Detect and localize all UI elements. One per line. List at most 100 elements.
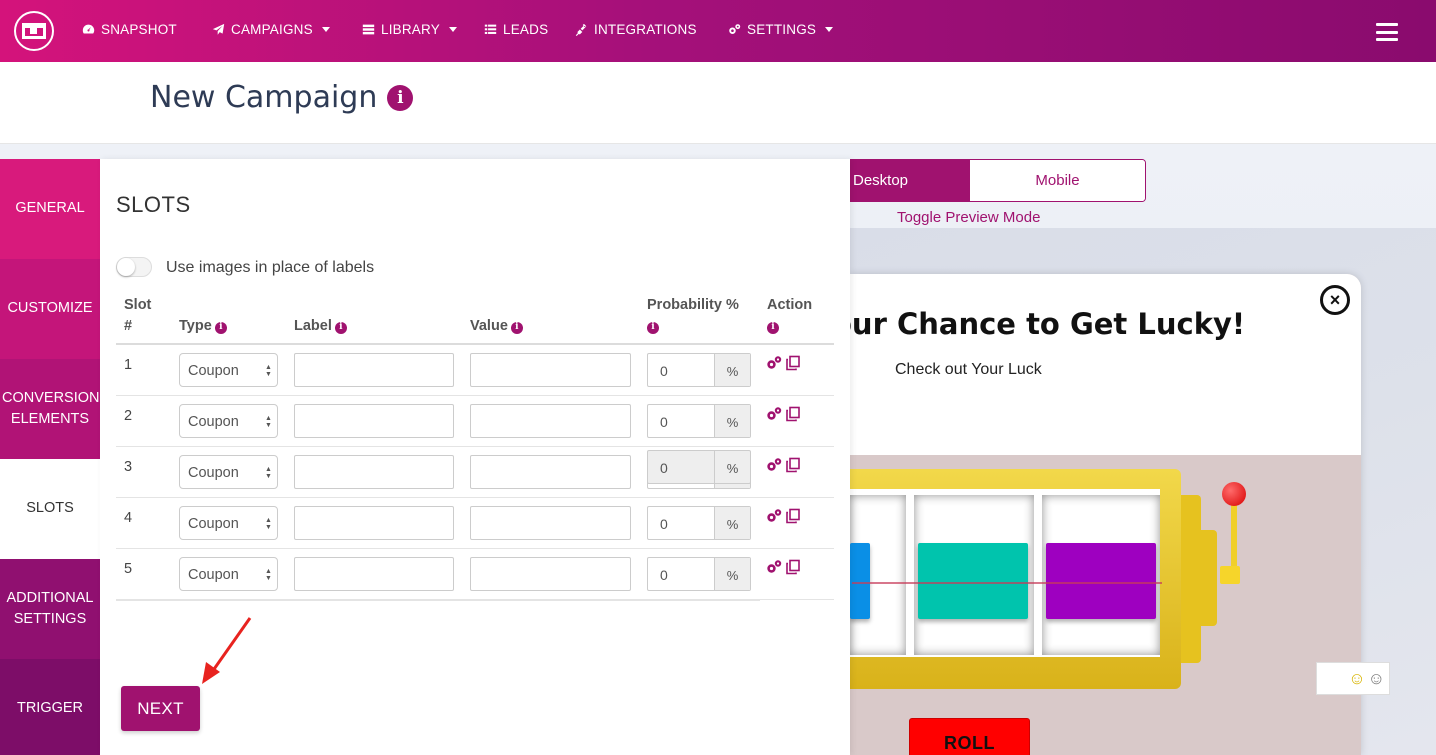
- popup-header: our Chance to Get Lucky! Check out Your …: [850, 274, 1361, 455]
- wizard-sidebar: GENERAL CUSTOMIZE CONVERSION ELEMENTS SL…: [0, 159, 100, 755]
- preview-mobile-button[interactable]: Mobile: [970, 160, 1145, 201]
- emoji-smile-icon[interactable]: ☺: [1368, 669, 1385, 689]
- slot-number: 3: [124, 459, 133, 475]
- sidebar-item-label: CONVERSION ELEMENTS: [2, 389, 100, 427]
- probability-input[interactable]: 0%: [647, 404, 751, 438]
- copy-icon[interactable]: [785, 457, 801, 473]
- type-select-value: Coupon: [188, 465, 239, 481]
- gears-icon[interactable]: [766, 406, 782, 422]
- select-arrows-icon: ▲ ▼: [265, 517, 272, 531]
- nav-snapshot-label: SNAPSHOT: [101, 22, 177, 37]
- nav-library-label: LIBRARY: [381, 22, 440, 37]
- value-input[interactable]: [470, 506, 631, 540]
- select-arrows-icon: ▲ ▼: [265, 415, 272, 429]
- nav-settings-label: SETTINGS: [747, 22, 817, 37]
- label-input[interactable]: [294, 404, 454, 438]
- reel-tile-blue: [850, 543, 870, 619]
- copy-icon[interactable]: [785, 559, 801, 575]
- column-header-slot: Slot #: [124, 295, 160, 337]
- probability-input[interactable]: 0%: [647, 353, 751, 387]
- use-images-label: Use images in place of labels: [166, 259, 375, 276]
- preview-mobile-label: Mobile: [1035, 172, 1080, 189]
- info-icon[interactable]: i: [334, 321, 347, 334]
- reel-tile-teal: [918, 543, 1028, 619]
- row-actions: [766, 559, 801, 575]
- info-icon[interactable]: i: [767, 321, 779, 334]
- sidebar-item-general[interactable]: GENERAL: [0, 159, 100, 259]
- sidebar-item-additional-settings[interactable]: ADDITIONAL SETTINGS: [0, 559, 100, 659]
- gears-icon[interactable]: [766, 559, 782, 575]
- nav-leads[interactable]: LEADS: [484, 22, 548, 37]
- column-header-type-text: Type: [179, 318, 212, 334]
- column-header-type: Type i: [179, 316, 227, 337]
- probability-input[interactable]: 0%: [647, 506, 751, 540]
- nav-snapshot[interactable]: SNAPSHOT: [82, 22, 177, 37]
- value-input[interactable]: [470, 404, 631, 438]
- probability-input[interactable]: 0%: [647, 557, 751, 591]
- copy-icon[interactable]: [785, 508, 801, 524]
- roll-button[interactable]: ROLL: [909, 718, 1030, 755]
- probability-total: 0 %: [647, 450, 751, 484]
- nav-settings[interactable]: SETTINGS: [728, 22, 834, 37]
- emoji-widget[interactable]: ☺ ☺: [1316, 662, 1390, 695]
- sidebar-item-trigger[interactable]: TRIGGER: [0, 659, 100, 755]
- type-select-value: Coupon: [188, 363, 239, 379]
- type-select[interactable]: Coupon ▲ ▼: [179, 353, 278, 387]
- info-icon[interactable]: i: [510, 321, 523, 334]
- type-select[interactable]: Coupon ▲ ▼: [179, 404, 278, 438]
- value-input[interactable]: [470, 557, 631, 591]
- paper-plane-icon: [212, 23, 225, 35]
- nav-library[interactable]: LIBRARY: [362, 22, 457, 37]
- info-icon[interactable]: i: [387, 84, 414, 111]
- dashboard-icon: [82, 24, 95, 34]
- sidebar-item-label: CUSTOMIZE: [7, 300, 93, 317]
- lever-knob[interactable]: [1222, 482, 1246, 506]
- copy-icon[interactable]: [785, 355, 801, 371]
- type-select[interactable]: Coupon ▲ ▼: [179, 506, 278, 540]
- page-title-text: New Campaign: [150, 80, 378, 115]
- label-input[interactable]: [294, 557, 454, 591]
- type-select[interactable]: Coupon ▲ ▼: [179, 455, 278, 489]
- table-row: 5 Coupon ▲ ▼ 0%: [116, 549, 834, 600]
- next-button[interactable]: NEXT: [121, 686, 200, 731]
- hamburger-menu-icon[interactable]: [1376, 23, 1398, 41]
- sidebar-item-slots[interactable]: SLOTS: [0, 459, 100, 559]
- label-input[interactable]: [294, 506, 454, 540]
- row-actions: [766, 355, 801, 371]
- server-icon: [362, 24, 375, 35]
- gears-icon[interactable]: [766, 355, 782, 371]
- plug-icon: [575, 23, 587, 36]
- row-actions: [766, 457, 801, 473]
- value-input[interactable]: [470, 353, 631, 387]
- top-navbar: SNAPSHOT CAMPAIGNS LIBRARY LEADS INTEGRA…: [0, 0, 1436, 62]
- probability-value: 0: [660, 414, 668, 430]
- popup-subtitle: Check out Your Luck: [895, 361, 1042, 378]
- gears-icon[interactable]: [766, 508, 782, 524]
- use-images-toggle[interactable]: [116, 257, 152, 277]
- sidebar-item-customize[interactable]: CUSTOMIZE: [0, 259, 100, 359]
- nav-integrations[interactable]: INTEGRATIONS: [575, 22, 697, 37]
- list-icon: [484, 24, 497, 34]
- column-header-value-text: Value: [470, 318, 508, 334]
- probability-value: 0: [660, 567, 668, 583]
- info-icon[interactable]: i: [647, 321, 659, 334]
- table-row: 1 Coupon ▲ ▼ 0%: [116, 345, 834, 396]
- nav-integrations-label: INTEGRATIONS: [594, 22, 697, 37]
- preview-desktop-button[interactable]: Desktop: [850, 160, 970, 201]
- app-logo[interactable]: [14, 11, 54, 51]
- nav-campaigns[interactable]: CAMPAIGNS: [212, 22, 330, 37]
- sidebar-item-conversion-elements[interactable]: CONVERSION ELEMENTS: [0, 359, 100, 459]
- label-input[interactable]: [294, 353, 454, 387]
- label-input[interactable]: [294, 455, 454, 489]
- type-select[interactable]: Coupon ▲ ▼: [179, 557, 278, 591]
- gears-icon[interactable]: [766, 457, 782, 473]
- info-icon[interactable]: i: [214, 321, 227, 334]
- value-input[interactable]: [470, 455, 631, 489]
- machine-side-plate: [1201, 530, 1217, 626]
- copy-icon[interactable]: [785, 406, 801, 422]
- select-arrows-icon: ▲ ▼: [265, 364, 272, 378]
- preview-mode-caption: Toggle Preview Mode: [897, 209, 1041, 226]
- emoji-add-icon[interactable]: ☺: [1348, 669, 1365, 689]
- slot-number: 5: [124, 561, 133, 577]
- close-icon[interactable]: ×: [1320, 285, 1350, 315]
